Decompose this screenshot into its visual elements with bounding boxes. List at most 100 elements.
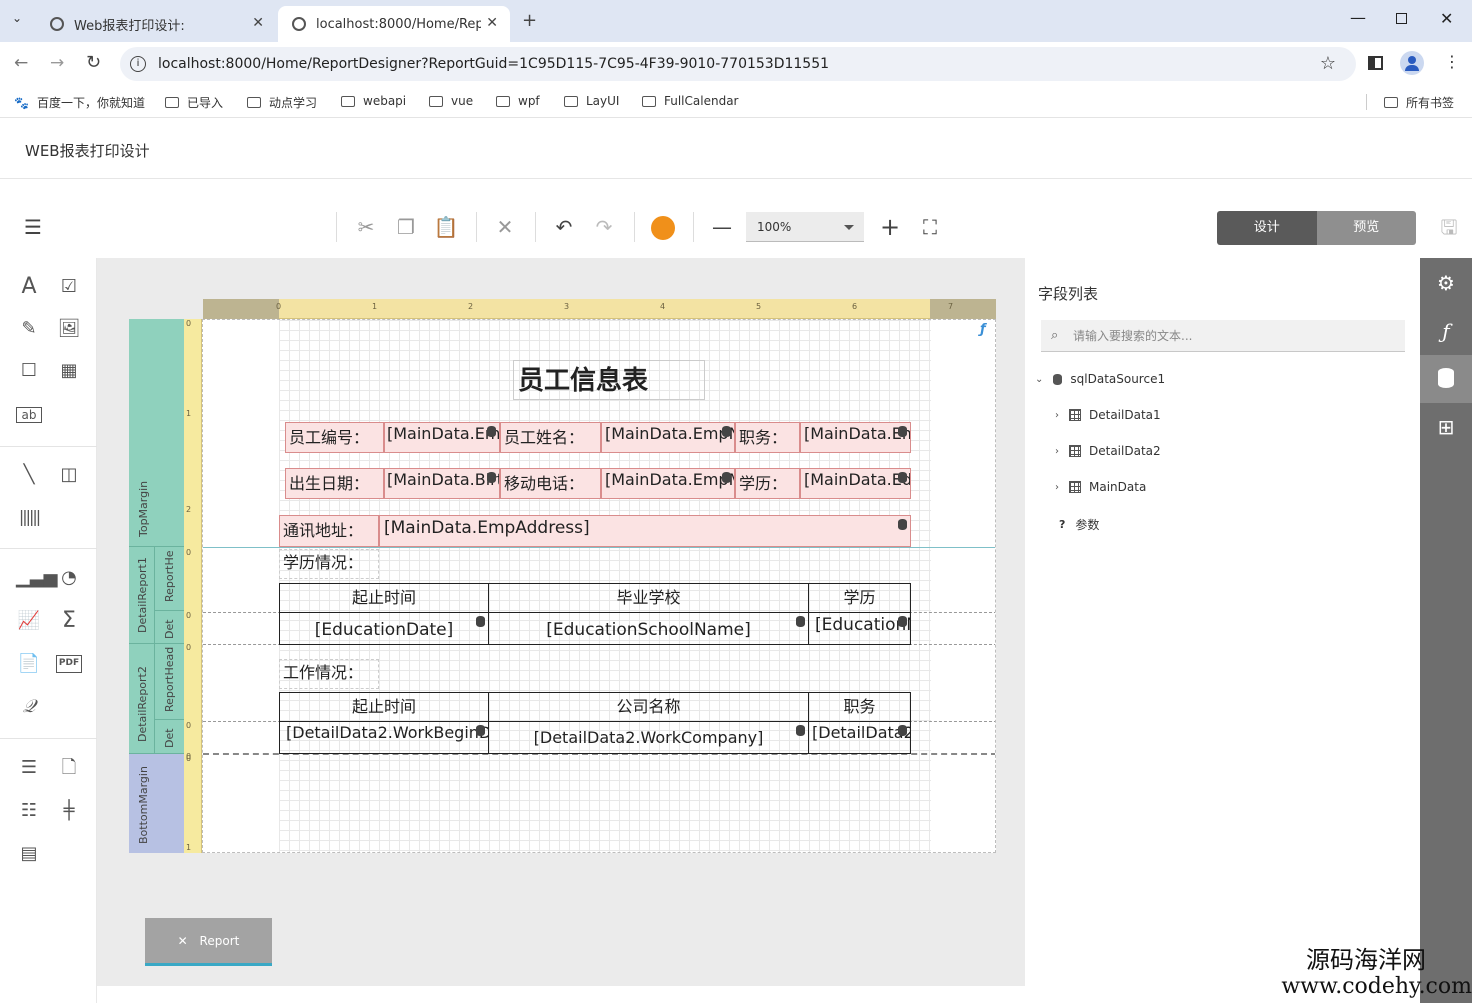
edu-header-period[interactable]: 起止时间 xyxy=(279,583,489,613)
reload-icon[interactable]: ↻ xyxy=(86,52,101,73)
character-comb-tool-icon[interactable]: ab xyxy=(16,407,42,423)
sparkline-tool-icon[interactable]: 📈 xyxy=(16,608,42,634)
shape-tool-icon[interactable]: ◫ xyxy=(56,462,82,488)
work-header-duty[interactable]: 职务 xyxy=(808,692,911,722)
band-reportheader2[interactable]: ReportHead xyxy=(155,644,184,720)
close-window-icon[interactable]: ✕ xyxy=(1440,9,1453,28)
copy-icon[interactable]: ❐ xyxy=(393,214,419,240)
cut-icon[interactable]: ✂ xyxy=(353,214,379,240)
line-tool-icon[interactable]: ╲ xyxy=(16,462,42,488)
save-disk-icon[interactable]: 🖫 xyxy=(1436,214,1462,240)
all-bookmarks-folder[interactable]: 所有书签 xyxy=(1384,94,1454,111)
field-empid[interactable]: [MainData.EmpID] xyxy=(384,422,500,453)
panel-tool-icon[interactable]: ☐ xyxy=(16,358,42,384)
minimize-window-icon[interactable]: — xyxy=(1350,8,1366,27)
browser-menu-icon[interactable]: ⋮ xyxy=(1444,52,1460,71)
bookmark-folder[interactable]: FullCalendar xyxy=(642,94,738,108)
properties-gear-icon[interactable]: ⚙ xyxy=(1420,259,1472,307)
pdf-tool-icon[interactable]: PDF xyxy=(56,655,82,673)
band-detail2[interactable]: Det xyxy=(155,720,184,754)
field-search-input[interactable]: ⌕ 请输入要搜索的文本... xyxy=(1041,320,1405,352)
tree-item-detaildata2[interactable]: › DetailData2 xyxy=(1055,444,1161,458)
bookmark-star-icon[interactable]: ☆ xyxy=(1320,47,1336,81)
work-field-duty[interactable]: [DetailData2.WorkDuty] xyxy=(808,721,911,754)
label-tool-icon[interactable]: A xyxy=(16,274,42,300)
label-empname[interactable]: 员工姓名： xyxy=(500,422,601,453)
work-field-begindate[interactable]: [DetailData2.WorkBeginDate] xyxy=(279,721,489,754)
report-document-tab[interactable]: ✕ Report xyxy=(145,918,272,966)
edu-field-degree[interactable]: [EducationName] xyxy=(808,612,911,645)
field-address[interactable]: [MainData.EmpAddress] xyxy=(379,515,911,547)
theme-color-circle-icon[interactable] xyxy=(651,216,675,240)
bookmark-baidu[interactable]: 🐾 百度一下，你就知道 xyxy=(14,94,145,111)
redo-icon[interactable]: ↷ xyxy=(591,214,617,240)
report-explorer-tree-icon[interactable]: ⊞ xyxy=(1420,403,1472,451)
preview-mode-button[interactable]: 预览 xyxy=(1316,211,1416,245)
label-address[interactable]: 通讯地址： xyxy=(279,515,379,547)
summary-sigma-icon[interactable]: Σ xyxy=(56,608,82,634)
bookmark-folder[interactable]: LayUI xyxy=(564,94,619,108)
new-tab-plus-icon[interactable]: + xyxy=(522,10,537,31)
label-birthday[interactable]: 出生日期： xyxy=(285,468,384,499)
label-education-history[interactable]: 学历情况： xyxy=(279,549,379,579)
expressions-function-icon[interactable]: ƒ xyxy=(1420,307,1472,355)
bookmark-folder[interactable]: 动点学习 xyxy=(247,94,317,111)
zoom-out-icon[interactable]: — xyxy=(709,214,735,240)
chevron-right-icon[interactable]: › xyxy=(1055,482,1059,493)
richtext-tool-icon[interactable]: ✎ xyxy=(16,316,42,342)
cross-band-box-icon[interactable]: ▤ xyxy=(16,841,42,867)
report-title[interactable]: 员工信息表 xyxy=(513,360,705,400)
chart-tool-icon[interactable]: ▁▃▅ xyxy=(16,565,58,591)
tree-item-detaildata1[interactable]: › DetailData1 xyxy=(1055,408,1161,422)
tree-item-parameters[interactable]: ? 参数 xyxy=(1059,516,1099,533)
label-empduty[interactable]: 职务： xyxy=(735,422,800,453)
work-header-company[interactable]: 公司名称 xyxy=(488,692,809,722)
design-mode-button[interactable]: 设计 xyxy=(1217,211,1317,245)
close-tab-icon[interactable]: ✕ xyxy=(178,934,188,948)
band-bottommargin[interactable]: BottomMargin xyxy=(129,754,184,853)
zoom-in-icon[interactable]: + xyxy=(877,214,903,240)
label-education[interactable]: 学历： xyxy=(735,468,800,499)
label-empid[interactable]: 员工编号： xyxy=(285,422,384,453)
forward-arrow-icon[interactable]: → xyxy=(50,53,64,73)
band-reportheader1[interactable]: ReportHe xyxy=(155,547,184,611)
field-education[interactable]: [MainData.Education] xyxy=(800,468,911,499)
paste-icon[interactable]: 📋 xyxy=(433,214,459,240)
field-empname[interactable]: [MainData.EmpName] xyxy=(601,422,735,453)
table-tool-icon[interactable]: ▦ xyxy=(56,358,82,384)
script-f-icon[interactable]: ƒ xyxy=(980,322,986,337)
bookmark-folder[interactable]: vue xyxy=(429,94,473,108)
page-info-tool-icon[interactable]: 🗋 xyxy=(56,755,82,781)
signature-tool-icon[interactable]: 𝒬 xyxy=(16,694,42,720)
hamburger-menu-icon[interactable]: ☰ xyxy=(20,214,46,240)
browser-tab-1[interactable]: Web报表打印设计: ✕ xyxy=(36,6,276,42)
edu-field-school[interactable]: [EducationSchoolName] xyxy=(488,612,809,645)
fullscreen-icon[interactable]: ⛶ xyxy=(917,214,943,240)
chevron-down-icon[interactable]: ⌄ xyxy=(1035,374,1043,385)
report-page[interactable]: ƒ 员工信息表 员工编号： [MainData.EmpID] 员工姓名： [Ma… xyxy=(202,319,996,853)
cross-band-line-icon[interactable]: ╪ xyxy=(56,798,82,824)
profile-avatar-icon[interactable] xyxy=(1400,51,1424,75)
band-detailreport1[interactable]: DetailReport1 xyxy=(129,547,155,644)
delete-icon[interactable]: ✕ xyxy=(492,214,518,240)
edu-header-school[interactable]: 毕业学校 xyxy=(488,583,809,613)
chevron-right-icon[interactable]: › xyxy=(1055,410,1059,421)
close-tab-icon[interactable]: ✕ xyxy=(252,15,264,31)
bookmark-folder[interactable]: webapi xyxy=(341,94,406,108)
barcode-tool-icon[interactable]: |||||| xyxy=(16,504,42,530)
maximize-window-icon[interactable] xyxy=(1396,13,1407,24)
tree-item-datasource[interactable]: ⌄ sqlDataSource1 xyxy=(1035,372,1165,386)
picture-tool-icon[interactable]: 🖼 xyxy=(56,316,82,342)
checkbox-tool-icon[interactable]: ☑ xyxy=(56,274,82,300)
work-header-period[interactable]: 起止时间 xyxy=(279,692,489,722)
gauge-tool-icon[interactable]: ◔ xyxy=(56,565,82,591)
bookmark-folder[interactable]: wpf xyxy=(496,94,540,108)
browser-tab-2-active[interactable]: localhost:8000/Home/Report ✕ xyxy=(278,6,510,42)
page-break-tool-icon[interactable]: ☷ xyxy=(16,798,42,824)
edu-field-date[interactable]: [EducationDate] xyxy=(279,612,489,645)
field-birthday[interactable]: [MainData.Birthday] xyxy=(384,468,500,499)
toc-tool-icon[interactable]: ☰ xyxy=(16,755,42,781)
band-detail1[interactable]: Det xyxy=(155,611,184,644)
label-mobile[interactable]: 移动电话： xyxy=(500,468,601,499)
tree-item-maindata[interactable]: › MainData xyxy=(1055,480,1146,494)
